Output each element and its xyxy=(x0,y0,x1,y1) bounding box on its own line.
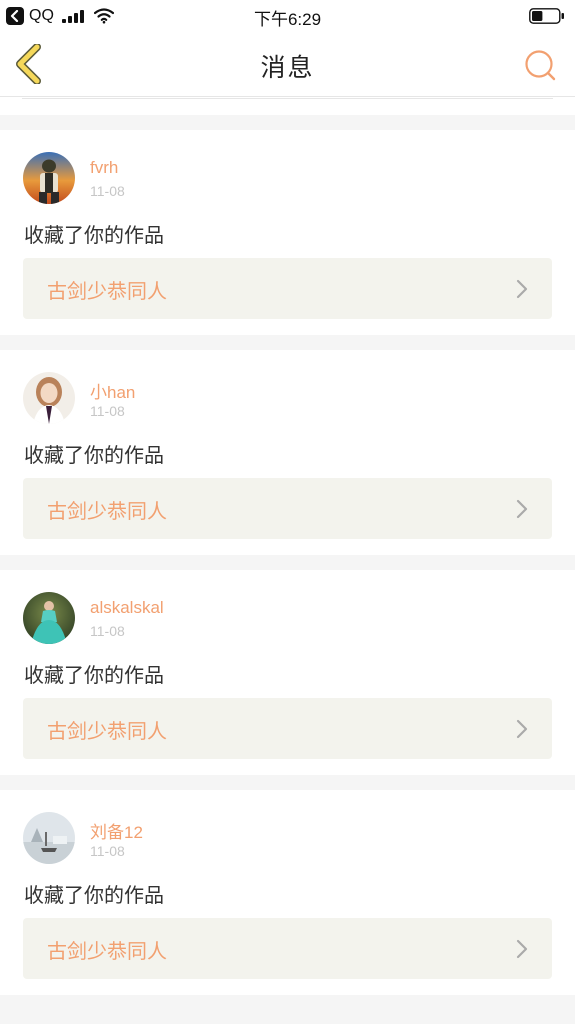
chevron-right-icon xyxy=(516,719,528,739)
status-bar: QQ 下午6:29 xyxy=(0,0,575,32)
message-card: 小han 11-08 收藏了你的作品 古剑少恭同人 xyxy=(0,350,575,555)
message-card: alskalskal 11-08 收藏了你的作品 古剑少恭同人 xyxy=(0,570,575,775)
nav-bar: 消息 xyxy=(0,32,575,97)
work-title: 古剑少恭同人 xyxy=(47,279,167,303)
work-link[interactable]: 古剑少恭同人 xyxy=(23,258,552,319)
message-time: 11-08 xyxy=(90,623,125,639)
action-text: 收藏了你的作品 xyxy=(24,883,164,907)
avatar[interactable] xyxy=(23,152,75,204)
work-link[interactable]: 古剑少恭同人 xyxy=(23,698,552,759)
work-link[interactable]: 古剑少恭同人 xyxy=(23,918,552,979)
avatar[interactable] xyxy=(23,812,75,864)
work-title: 古剑少恭同人 xyxy=(47,499,167,523)
user-name[interactable]: 刘备12 xyxy=(90,818,143,843)
avatar[interactable] xyxy=(23,592,75,644)
message-card: fvrh 11-08 收藏了你的作品 古剑少恭同人 xyxy=(0,130,575,335)
work-title: 古剑少恭同人 xyxy=(47,939,167,963)
user-name[interactable]: fvrh xyxy=(90,158,118,178)
message-list: fvrh 11-08 收藏了你的作品 古剑少恭同人 小han 11-08 收藏了… xyxy=(0,130,575,1010)
page-title: 消息 xyxy=(260,53,315,82)
chevron-right-icon xyxy=(516,279,528,299)
divider xyxy=(22,98,553,99)
action-text: 收藏了你的作品 xyxy=(24,443,164,467)
work-link[interactable]: 古剑少恭同人 xyxy=(23,478,552,539)
battery-icon xyxy=(529,8,564,24)
previous-item-edge xyxy=(0,97,575,115)
action-text: 收藏了你的作品 xyxy=(24,663,164,687)
action-text: 收藏了你的作品 xyxy=(24,223,164,247)
message-time: 11-08 xyxy=(90,183,125,199)
work-title: 古剑少恭同人 xyxy=(47,719,167,743)
message-time: 11-08 xyxy=(90,843,125,859)
chevron-right-icon xyxy=(516,939,528,959)
chevron-right-icon xyxy=(516,499,528,519)
message-time: 11-08 xyxy=(90,403,125,419)
search-icon[interactable] xyxy=(523,48,557,82)
message-card: 刘备12 11-08 收藏了你的作品 古剑少恭同人 xyxy=(0,790,575,995)
avatar[interactable] xyxy=(23,372,75,424)
user-name[interactable]: 小han xyxy=(90,378,135,403)
status-time: 下午6:29 xyxy=(253,10,322,29)
user-name[interactable]: alskalskal xyxy=(90,598,164,618)
